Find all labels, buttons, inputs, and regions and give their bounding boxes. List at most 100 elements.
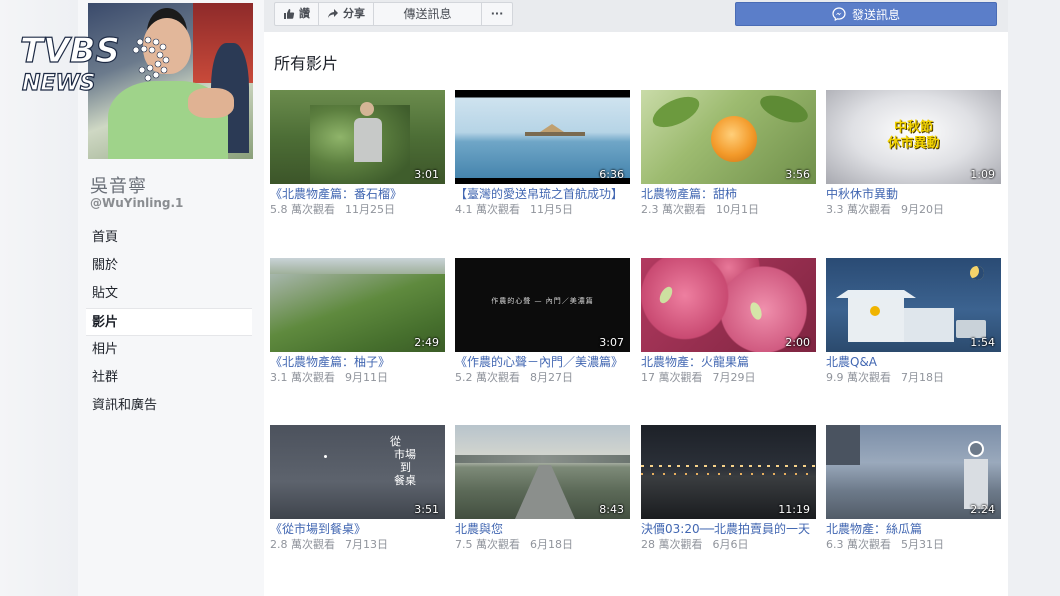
video-date[interactable]: 7月18日 [901, 371, 944, 384]
videos-panel: 所有影片 3:01 《北農物產篇：番石榴》 5.8 萬次觀看 11月25日 6:3… [264, 32, 1008, 596]
video-title[interactable]: 《作農的心聲－內門／美濃篇》 [455, 354, 630, 370]
video-card[interactable]: 2:00 北農物產：火龍果篇 17 萬次觀看 7月29日 [641, 258, 816, 386]
video-views: 5.8 萬次觀看 [270, 203, 335, 216]
video-date[interactable]: 6月6日 [713, 538, 749, 551]
video-date[interactable]: 9月11日 [345, 371, 388, 384]
video-card[interactable]: 2:24 北農物產：絲瓜篇 6.3 萬次觀看 5月31日 [826, 425, 1001, 553]
logo-text-top: TVBS [20, 31, 120, 71]
video-meta: 28 萬次觀看 6月6日 [641, 537, 816, 553]
thumb-leaf [756, 90, 812, 128]
video-duration: 3:07 [599, 336, 624, 349]
video-meta: 2.8 萬次觀看 7月13日 [270, 537, 445, 553]
video-title[interactable]: 《北農物產篇：柚子》 [270, 354, 445, 370]
video-thumbnail[interactable]: 1:54 [826, 258, 1001, 352]
video-thumbnail[interactable]: 中秋節 休市異動 1:09 [826, 90, 1001, 184]
thumb-sign-pillar [964, 459, 988, 509]
video-title[interactable]: 北農Q&A [826, 354, 1001, 370]
video-thumbnail[interactable]: 2:24 [826, 425, 1001, 519]
section-title: 所有影片 [274, 54, 339, 73]
video-title[interactable]: 北農物產：火龍果篇 [641, 354, 816, 370]
video-card[interactable]: 6:36 【臺灣的愛送帛琉之首航成功】 4.1 萬次觀看 11月5日 [455, 90, 630, 218]
video-card[interactable]: 3:56 北農物產篇：甜柿 2.3 萬次觀看 10月1日 [641, 90, 816, 218]
video-card[interactable]: 8:43 北農與您 7.5 萬次觀看 6月18日 [455, 425, 630, 553]
video-views: 3.3 萬次觀看 [826, 203, 891, 216]
video-title[interactable]: 《從市場到餐桌》 [270, 521, 445, 537]
send-message-label: 發送訊息 [851, 7, 900, 22]
video-card[interactable]: 從 市場 到 餐桌 3:51 《從市場到餐桌》 2.8 萬次觀看 7月13日 [270, 425, 445, 553]
video-date[interactable]: 10月1日 [716, 203, 759, 216]
thumb-farmer-head [360, 102, 374, 116]
thumb-overlay-line-3: 到 [400, 461, 411, 474]
video-thumbnail[interactable]: 11:19 [641, 425, 816, 519]
video-date[interactable]: 11月25日 [345, 203, 395, 216]
video-date[interactable]: 8月27日 [530, 371, 573, 384]
video-date[interactable]: 6月18日 [530, 538, 573, 551]
nav-item-info-ads[interactable]: 資訊和廣告 [86, 392, 252, 420]
page-name[interactable]: 吳音寧 [90, 172, 147, 198]
video-card[interactable]: 中秋節 休市異動 1:09 中秋休市異動 3.3 萬次觀看 9月20日 [826, 90, 1001, 218]
video-duration: 2:24 [970, 503, 995, 516]
video-date[interactable]: 9月20日 [901, 203, 944, 216]
video-meta: 4.1 萬次觀看 11月5日 [455, 202, 630, 218]
video-title[interactable]: 《北農物產篇：番石榴》 [270, 186, 445, 202]
thumb-overlay-line-4: 餐桌 [394, 474, 416, 487]
send-message-button[interactable]: 發送訊息 [735, 2, 997, 26]
video-duration: 1:54 [970, 336, 995, 349]
video-duration: 2:00 [785, 336, 810, 349]
thumb-overlay-text: 作農的心聲 — 內門／美濃篇 [491, 297, 594, 305]
thumb-fruit-tip [657, 284, 675, 306]
nav-item-about[interactable]: 關於 [86, 252, 252, 280]
video-card[interactable]: 1:54 北農Q&A 9.9 萬次觀看 7月18日 [826, 258, 1001, 386]
thumb-sign-logo [968, 441, 984, 457]
nav-item-community[interactable]: 社群 [86, 364, 252, 392]
video-meta: 17 萬次觀看 7月29日 [641, 370, 816, 386]
thumb-building [848, 298, 904, 342]
nav-item-videos[interactable]: 影片 [86, 308, 252, 336]
video-meta: 3.3 萬次觀看 9月20日 [826, 202, 1001, 218]
video-meta: 3.1 萬次觀看 9月11日 [270, 370, 445, 386]
like-button[interactable]: 讚 [275, 3, 319, 25]
video-thumbnail[interactable]: 作農的心聲 — 內門／美濃篇 3:07 [455, 258, 630, 352]
video-views: 6.3 萬次觀看 [826, 538, 891, 551]
nav-item-home[interactable]: 首頁 [86, 224, 252, 252]
video-thumbnail[interactable]: 3:01 [270, 90, 445, 184]
thumb-pier [525, 132, 585, 136]
more-options-button[interactable]: ··· [482, 3, 512, 25]
video-card[interactable]: 3:01 《北農物產篇：番石榴》 5.8 萬次觀看 11月25日 [270, 90, 445, 218]
video-title[interactable]: 北農物產篇：甜柿 [641, 186, 816, 202]
video-thumbnail[interactable]: 2:49 [270, 258, 445, 352]
page-action-group: 讚 分享 傳送訊息 ··· [274, 2, 513, 26]
share-button-label: 分享 [343, 7, 365, 20]
video-title[interactable]: 北農物產：絲瓜篇 [826, 521, 1001, 537]
video-date[interactable]: 5月31日 [901, 538, 944, 551]
nav-item-posts[interactable]: 貼文 [86, 280, 252, 308]
video-views: 28 萬次觀看 [641, 538, 703, 551]
video-date[interactable]: 7月29日 [713, 371, 756, 384]
video-duration: 3:01 [414, 168, 439, 181]
video-date[interactable]: 7月13日 [345, 538, 388, 551]
video-thumbnail[interactable]: 3:56 [641, 90, 816, 184]
video-thumbnail[interactable]: 6:36 [455, 90, 630, 184]
message-button[interactable]: 傳送訊息 [374, 3, 482, 25]
video-title[interactable]: 北農與您 [455, 521, 630, 537]
thumb-highway [515, 465, 575, 519]
thumb-city-lights [641, 473, 816, 475]
video-card[interactable]: 作農的心聲 — 內門／美濃篇 3:07 《作農的心聲－內門／美濃篇》 5.2 萬… [455, 258, 630, 386]
video-card[interactable]: 11:19 決價03:20──北農拍賣員的一天 28 萬次觀看 6月6日 [641, 425, 816, 553]
video-date[interactable]: 11月5日 [530, 203, 573, 216]
video-title[interactable]: 決價03:20──北農拍賣員的一天 [641, 521, 816, 537]
nav-item-photos[interactable]: 相片 [86, 336, 252, 364]
video-thumbnail[interactable]: 2:00 [641, 258, 816, 352]
page-handle[interactable]: @WuYinling.1 [90, 196, 183, 210]
logo-text-bottom: NEWS [22, 71, 96, 94]
thumb-overpass [826, 425, 860, 465]
video-meta: 9.9 萬次觀看 7月18日 [826, 370, 1001, 386]
video-duration: 1:09 [970, 168, 995, 181]
video-thumbnail[interactable]: 8:43 [455, 425, 630, 519]
video-title[interactable]: 【臺灣的愛送帛琉之首航成功】 [455, 186, 630, 202]
video-card[interactable]: 2:49 《北農物產篇：柚子》 3.1 萬次觀看 9月11日 [270, 258, 445, 386]
video-thumbnail[interactable]: 從 市場 到 餐桌 3:51 [270, 425, 445, 519]
share-button[interactable]: 分享 [319, 3, 374, 25]
thumb-city-lights [641, 465, 816, 467]
video-title[interactable]: 中秋休市異動 [826, 186, 1001, 202]
